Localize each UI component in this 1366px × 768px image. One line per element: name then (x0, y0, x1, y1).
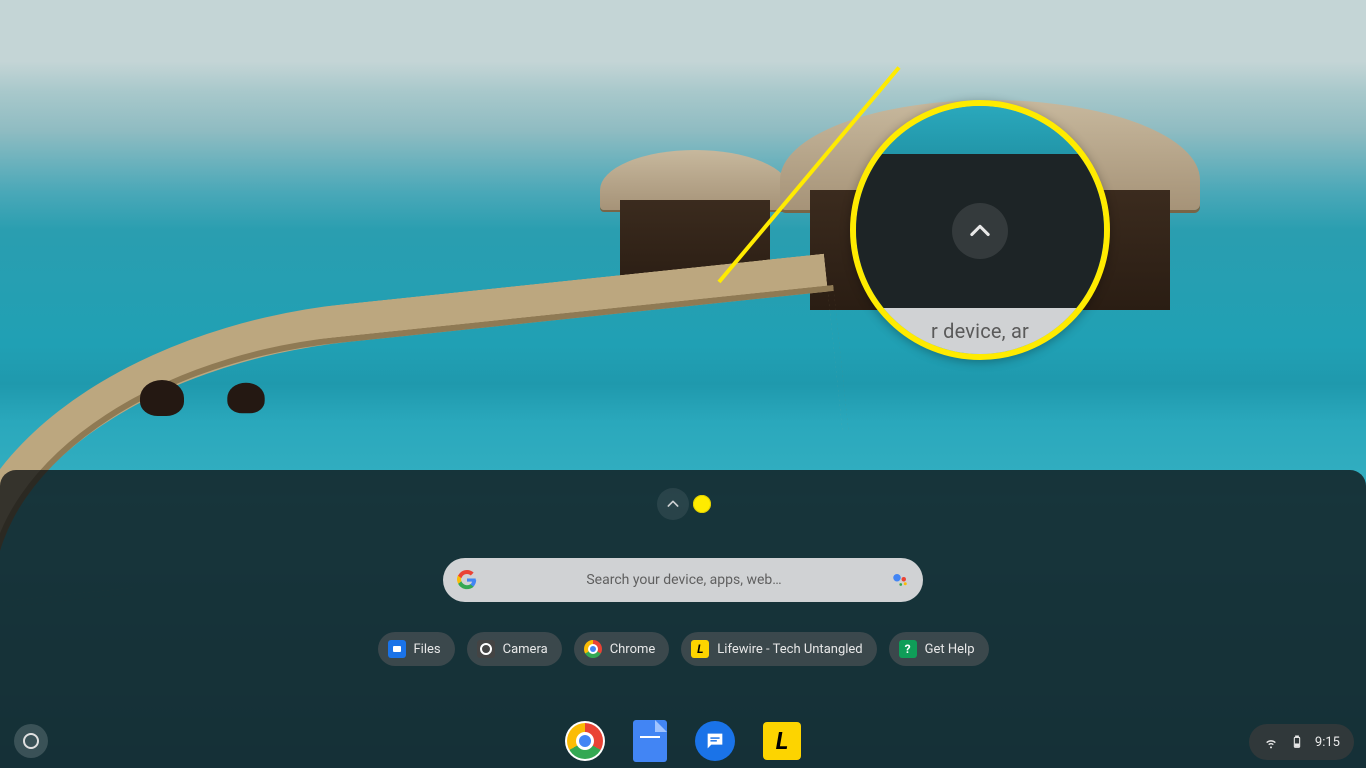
chip-label: Chrome (610, 642, 656, 657)
shelf-app-chrome[interactable] (565, 721, 605, 761)
chip-get-help[interactable]: Get Help (889, 632, 989, 666)
annotation-dot (693, 495, 711, 513)
launcher-button[interactable] (14, 724, 48, 758)
battery-icon (1289, 734, 1305, 750)
lifewire-icon: L (691, 640, 709, 658)
assistant-icon (891, 571, 909, 589)
chrome-icon (584, 640, 602, 658)
camera-icon (477, 640, 495, 658)
messages-icon (704, 730, 726, 752)
chevron-up-icon (665, 496, 681, 512)
chip-label: Lifewire - Tech Untangled (717, 642, 862, 657)
shelf-app-docs[interactable] (633, 720, 667, 762)
shelf-app-lifewire[interactable]: L (763, 722, 801, 760)
shelf-apps: L (565, 720, 801, 762)
system-tray[interactable]: 9:15 (1249, 724, 1354, 760)
chip-chrome[interactable]: Chrome (574, 632, 670, 666)
chip-label: Get Help (925, 642, 975, 657)
files-icon (388, 640, 406, 658)
shelf-app-messages[interactable] (695, 721, 735, 761)
wifi-icon (1263, 734, 1279, 750)
wallpaper-pots (140, 380, 268, 416)
search-bar[interactable]: Search your device, apps, web… (443, 558, 923, 602)
annotation-magnifier: r device, ar (850, 100, 1110, 360)
chrome-icon (567, 723, 603, 759)
chevron-up-icon (952, 203, 1008, 259)
chip-files[interactable]: Files (378, 632, 455, 666)
tray-time: 9:15 (1315, 735, 1340, 750)
shelf: L (0, 714, 1366, 768)
suggestion-chips: Files Camera Chrome L Lifewire - Tech Un… (378, 632, 989, 666)
search-placeholder: Search your device, apps, web… (493, 572, 875, 588)
chip-camera[interactable]: Camera (467, 632, 562, 666)
annotation-search-fragment: r device, ar (856, 308, 1104, 354)
chip-lifewire[interactable]: L Lifewire - Tech Untangled (681, 632, 876, 666)
google-logo-icon (457, 570, 477, 590)
chip-label: Files (414, 642, 441, 657)
chip-label: Camera (503, 642, 548, 657)
expand-launcher-button[interactable] (657, 488, 689, 520)
help-icon (899, 640, 917, 658)
